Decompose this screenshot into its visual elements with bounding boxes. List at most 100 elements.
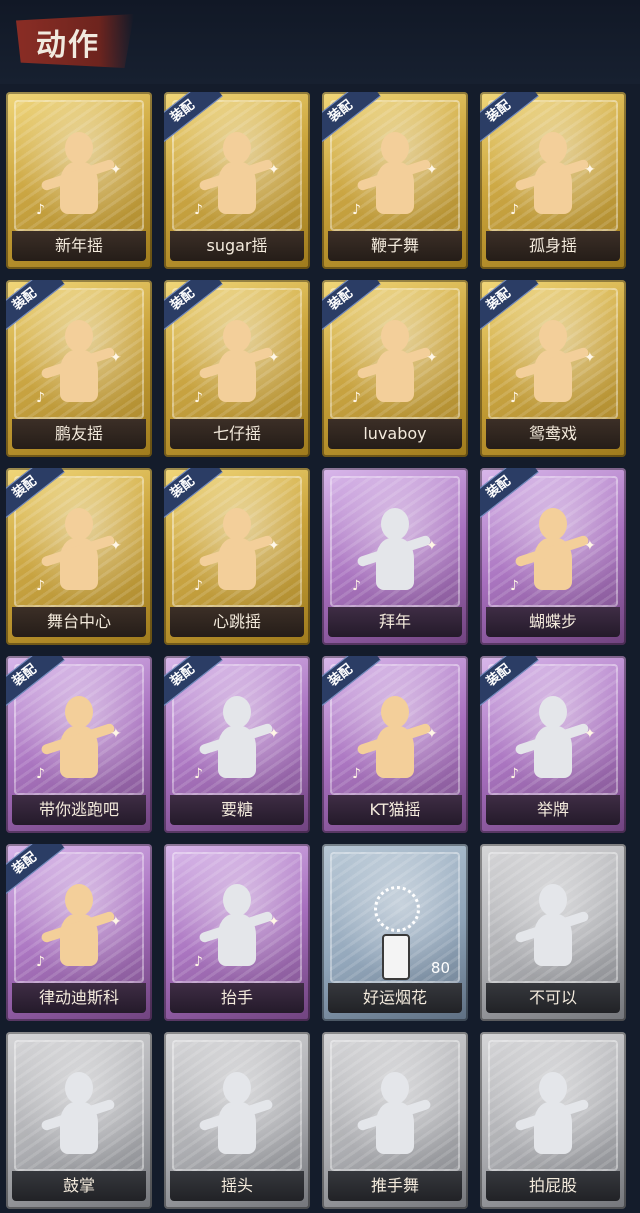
action-card[interactable]: 不可以 bbox=[480, 844, 626, 1021]
sparkle-icon: ✦ bbox=[110, 162, 122, 178]
sparkle-icon: ✦ bbox=[268, 350, 280, 366]
action-card[interactable]: ♪ ✦ 拜年 bbox=[322, 468, 468, 645]
dancer-silhouette-icon bbox=[356, 124, 432, 224]
sparkle-icon: ✦ bbox=[584, 538, 596, 554]
sparkle-icon: ✦ bbox=[110, 538, 122, 554]
action-card[interactable]: ♪ ✦ luvaboy 装配 bbox=[322, 280, 468, 457]
action-label: 鹏友摇 bbox=[12, 419, 146, 449]
sparkle-icon: ✦ bbox=[426, 350, 438, 366]
music-note-icon: ♪ bbox=[36, 954, 45, 970]
action-card[interactable]: 80 好运烟花 bbox=[322, 844, 468, 1021]
sparkle-icon: ✦ bbox=[110, 726, 122, 742]
action-label: 不可以 bbox=[486, 983, 620, 1013]
action-label: 鸳鸯戏 bbox=[486, 419, 620, 449]
music-note-icon: ♪ bbox=[194, 202, 203, 218]
music-note-icon: ♪ bbox=[510, 390, 519, 406]
firework-burst-icon bbox=[374, 886, 420, 932]
action-card[interactable]: 鼓掌 bbox=[6, 1032, 152, 1209]
action-card[interactable]: ♪ ✦ 抬手 bbox=[164, 844, 310, 1021]
music-note-icon: ♪ bbox=[352, 390, 361, 406]
dancer-silhouette-icon bbox=[40, 688, 116, 788]
dancer-silhouette-icon bbox=[356, 500, 432, 600]
action-card[interactable]: ♪ ✦ 举牌 装配 bbox=[480, 656, 626, 833]
action-label: 鞭子舞 bbox=[328, 231, 462, 261]
item-count: 80 bbox=[430, 959, 450, 977]
action-card[interactable]: ♪ ✦ 带你逃跑吧 装配 bbox=[6, 656, 152, 833]
dancer-silhouette-icon bbox=[198, 688, 274, 788]
action-label: luvaboy bbox=[328, 419, 462, 449]
action-label: 推手舞 bbox=[328, 1171, 462, 1201]
action-label: 蝴蝶步 bbox=[486, 607, 620, 637]
action-label: 舞台中心 bbox=[12, 607, 146, 637]
dancer-silhouette-icon bbox=[514, 500, 590, 600]
dancer-silhouette-icon bbox=[356, 688, 432, 788]
sparkle-icon: ✦ bbox=[110, 350, 122, 366]
action-card[interactable]: ♪ ✦ 新年摇 bbox=[6, 92, 152, 269]
action-card[interactable]: ♪ ✦ 律动迪斯科 装配 bbox=[6, 844, 152, 1021]
dancer-silhouette-icon bbox=[40, 876, 116, 976]
dancer-silhouette-icon bbox=[356, 312, 432, 412]
music-note-icon: ♪ bbox=[194, 390, 203, 406]
header: 动作 bbox=[0, 0, 640, 84]
dancer-silhouette-icon bbox=[198, 312, 274, 412]
sparkle-icon: ✦ bbox=[584, 162, 596, 178]
sparkle-icon: ✦ bbox=[268, 162, 280, 178]
music-note-icon: ♪ bbox=[352, 578, 361, 594]
action-card[interactable]: ♪ ✦ 鹏友摇 装配 bbox=[6, 280, 152, 457]
music-note-icon: ♪ bbox=[194, 578, 203, 594]
action-label: 举牌 bbox=[486, 795, 620, 825]
music-note-icon: ♪ bbox=[352, 202, 361, 218]
action-card[interactable]: ♪ ✦ 鸳鸯戏 装配 bbox=[480, 280, 626, 457]
dancer-silhouette-icon bbox=[514, 124, 590, 224]
action-card[interactable]: ♪ ✦ KT猫摇 装配 bbox=[322, 656, 468, 833]
action-card[interactable]: 推手舞 bbox=[322, 1032, 468, 1209]
dancer-silhouette-icon bbox=[514, 1064, 590, 1164]
sparkle-icon: ✦ bbox=[268, 914, 280, 930]
dancer-silhouette-icon bbox=[514, 688, 590, 788]
dancer-silhouette-icon bbox=[514, 312, 590, 412]
action-label: 心跳摇 bbox=[170, 607, 304, 637]
action-card[interactable]: 拍屁股 bbox=[480, 1032, 626, 1209]
action-card[interactable]: ♪ ✦ sugar摇 装配 bbox=[164, 92, 310, 269]
sparkle-icon: ✦ bbox=[426, 538, 438, 554]
music-note-icon: ♪ bbox=[36, 766, 45, 782]
dancer-silhouette-icon bbox=[40, 312, 116, 412]
dancer-silhouette-icon bbox=[40, 1064, 116, 1164]
action-label: 带你逃跑吧 bbox=[12, 795, 146, 825]
action-label: KT猫摇 bbox=[328, 795, 462, 825]
dancer-silhouette-icon bbox=[356, 1064, 432, 1164]
action-label: 七仔摇 bbox=[170, 419, 304, 449]
dancer-silhouette-icon bbox=[198, 124, 274, 224]
action-label: 好运烟花 bbox=[328, 983, 462, 1013]
music-note-icon: ♪ bbox=[510, 202, 519, 218]
dancer-silhouette-icon bbox=[40, 124, 116, 224]
action-card[interactable]: ♪ ✦ 舞台中心 装配 bbox=[6, 468, 152, 645]
action-label: 拜年 bbox=[328, 607, 462, 637]
dancer-silhouette-icon bbox=[198, 1064, 274, 1164]
dancer-silhouette-icon bbox=[198, 876, 274, 976]
music-note-icon: ♪ bbox=[194, 954, 203, 970]
action-card[interactable]: 摇头 bbox=[164, 1032, 310, 1209]
sparkle-icon: ✦ bbox=[426, 726, 438, 742]
music-note-icon: ♪ bbox=[36, 390, 45, 406]
action-label: 鼓掌 bbox=[12, 1171, 146, 1201]
music-note-icon: ♪ bbox=[36, 578, 45, 594]
music-note-icon: ♪ bbox=[510, 578, 519, 594]
action-grid: ♪ ✦ 新年摇 ♪ ✦ sugar摇 装配 ♪ ✦ 鞭子舞 装配 ♪ ✦ 孤身摇 装配 ♪ ✦ 鹏友摇 装配 ♪ ✦ 七仔… bbox=[6, 92, 636, 1209]
page-title: 动作 bbox=[36, 28, 100, 63]
firework-icon bbox=[382, 934, 410, 980]
action-label: 拍屁股 bbox=[486, 1171, 620, 1201]
sparkle-icon: ✦ bbox=[584, 350, 596, 366]
sparkle-icon: ✦ bbox=[268, 726, 280, 742]
sparkle-icon: ✦ bbox=[584, 726, 596, 742]
action-card[interactable]: ♪ ✦ 鞭子舞 装配 bbox=[322, 92, 468, 269]
music-note-icon: ♪ bbox=[194, 766, 203, 782]
action-label: 抬手 bbox=[170, 983, 304, 1013]
action-card[interactable]: ♪ ✦ 孤身摇 装配 bbox=[480, 92, 626, 269]
action-card[interactable]: ♪ ✦ 蝴蝶步 装配 bbox=[480, 468, 626, 645]
action-card[interactable]: ♪ ✦ 心跳摇 装配 bbox=[164, 468, 310, 645]
dancer-silhouette-icon bbox=[198, 500, 274, 600]
action-card[interactable]: ♪ ✦ 七仔摇 装配 bbox=[164, 280, 310, 457]
sparkle-icon: ✦ bbox=[268, 538, 280, 554]
action-card[interactable]: ♪ ✦ 要糖 装配 bbox=[164, 656, 310, 833]
